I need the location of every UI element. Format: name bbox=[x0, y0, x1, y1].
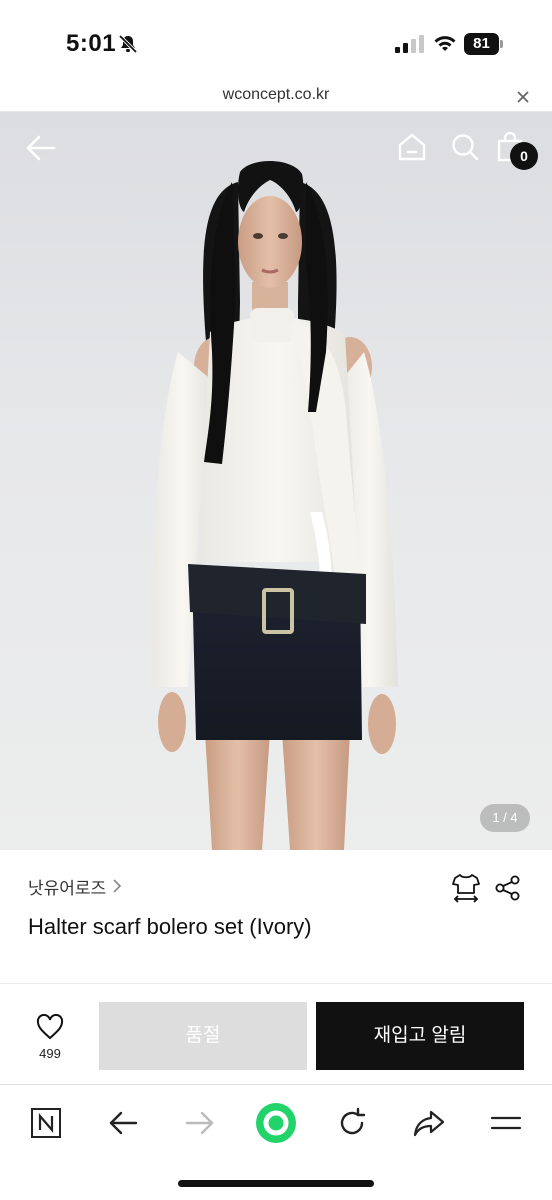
menu-button[interactable] bbox=[484, 1101, 528, 1145]
green-dot-icon[interactable] bbox=[255, 1102, 297, 1144]
share-icon[interactable] bbox=[494, 874, 522, 902]
naver-button[interactable] bbox=[24, 1101, 68, 1145]
cart-count-badge[interactable]: 0 bbox=[510, 142, 538, 170]
url-bar[interactable]: wconcept.co.kr bbox=[0, 82, 552, 112]
status-time: 5:01 bbox=[66, 30, 117, 57]
share-forward-icon[interactable] bbox=[413, 1109, 445, 1137]
divider bbox=[0, 983, 552, 984]
url-text[interactable]: wconcept.co.kr bbox=[0, 86, 552, 104]
size-guide-icon[interactable] bbox=[451, 872, 481, 904]
battery-level: 81 bbox=[473, 35, 490, 52]
bell-off-icon bbox=[118, 34, 138, 54]
product-photo bbox=[151, 160, 398, 850]
battery-indicator: 81 bbox=[464, 33, 504, 55]
restock-alert-button[interactable]: 재입고 알림 bbox=[316, 1002, 524, 1070]
brand-link[interactable]: 낫유어로즈 bbox=[28, 874, 122, 898]
like-count: 499 bbox=[39, 1046, 61, 1061]
product-image-carousel[interactable]: 0 1 / 4 bbox=[0, 112, 552, 850]
reload-button[interactable] bbox=[330, 1101, 374, 1145]
brand-name[interactable]: 낫유어로즈 bbox=[28, 874, 106, 899]
home-indicator bbox=[178, 1180, 374, 1187]
chevron-right-icon bbox=[113, 879, 122, 893]
back-arrow-icon[interactable] bbox=[108, 1110, 138, 1136]
browser-back-button[interactable] bbox=[101, 1101, 145, 1145]
menu-icon[interactable] bbox=[490, 1113, 522, 1133]
image-page-indicator: 1 / 4 bbox=[480, 804, 530, 832]
home-icon[interactable] bbox=[396, 132, 428, 162]
green-dot-button[interactable] bbox=[254, 1101, 298, 1145]
sold-out-button[interactable]: 품절 bbox=[99, 1002, 307, 1070]
like-button[interactable]: 499 bbox=[24, 1014, 76, 1066]
search-icon[interactable] bbox=[450, 132, 480, 162]
reload-icon[interactable] bbox=[336, 1107, 368, 1139]
naver-icon[interactable] bbox=[30, 1107, 62, 1139]
heart-icon[interactable] bbox=[36, 1014, 64, 1040]
status-bar: 5:01 81 bbox=[0, 0, 552, 82]
back-arrow-icon[interactable] bbox=[24, 132, 58, 164]
signal-icon bbox=[395, 35, 424, 53]
browser-forward-button[interactable] bbox=[178, 1101, 222, 1145]
forward-arrow-icon[interactable] bbox=[185, 1110, 215, 1136]
wifi-icon bbox=[434, 36, 456, 51]
product-title: Halter scarf bolero set (Ivory) bbox=[28, 914, 312, 939]
close-icon[interactable] bbox=[514, 88, 532, 106]
browser-share-button[interactable] bbox=[407, 1101, 451, 1145]
